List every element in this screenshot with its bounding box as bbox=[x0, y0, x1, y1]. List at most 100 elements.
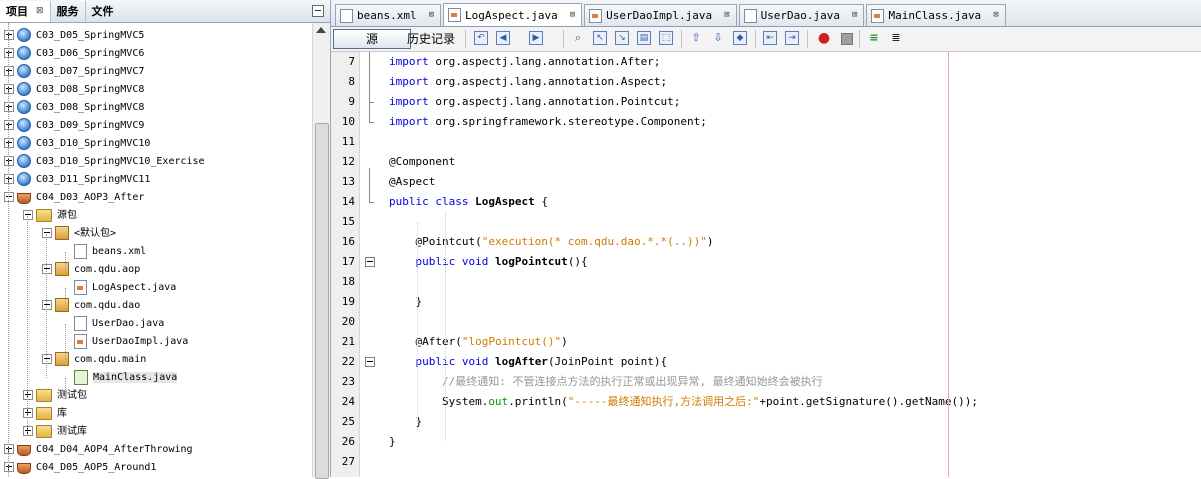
expand-icon[interactable] bbox=[4, 48, 14, 58]
expand-icon[interactable] bbox=[4, 138, 14, 148]
next-bookmark-icon[interactable]: ⇩ bbox=[711, 31, 725, 45]
tree-node[interactable]: 测试库 bbox=[23, 423, 87, 441]
find-previous-icon[interactable]: ↖ bbox=[593, 31, 607, 45]
find-icon[interactable]: ⌕ bbox=[571, 31, 585, 45]
code-token: "logPointcut()" bbox=[461, 335, 562, 348]
tree-node[interactable]: C03_D10_SpringMVC10_Exercise bbox=[4, 153, 205, 171]
tree-node[interactable]: com.qdu.aop bbox=[42, 261, 140, 279]
tree-node[interactable]: beans.xml bbox=[61, 243, 146, 261]
tree-node[interactable]: UserDao.java bbox=[61, 315, 164, 333]
tab-services[interactable]: 服务 bbox=[51, 0, 86, 22]
code-line: import org.aspectj.lang.annotation.Point… bbox=[389, 92, 680, 112]
tree-node[interactable]: C03_D10_SpringMVC10 bbox=[4, 135, 150, 153]
code-line: import org.springframework.stereotype.Co… bbox=[389, 112, 707, 132]
tree-node[interactable]: UserDaoImpl.java bbox=[61, 333, 188, 351]
toggle-bookmark-icon[interactable]: ◆ bbox=[733, 31, 747, 45]
stop-macro-icon[interactable] bbox=[841, 33, 853, 45]
tree-node[interactable]: 库 bbox=[23, 405, 67, 423]
tree-node[interactable]: C03_D05_SpringMVC5 bbox=[4, 27, 144, 45]
tree-node[interactable]: LogAspect.java bbox=[61, 279, 176, 297]
tree-node-label: com.qdu.dao bbox=[74, 300, 141, 311]
tree-scrollbar[interactable] bbox=[312, 23, 330, 479]
tree-node[interactable]: C03_D09_SpringMVC9 bbox=[4, 117, 144, 135]
find-next-icon[interactable]: ↘ bbox=[615, 31, 629, 45]
fold-line bbox=[369, 168, 370, 202]
fold-icon[interactable] bbox=[365, 357, 375, 367]
collapse-icon[interactable] bbox=[42, 354, 52, 364]
tree-node[interactable]: <默认包> bbox=[42, 225, 116, 243]
tree-node[interactable]: com.qdu.dao bbox=[42, 297, 140, 315]
expand-icon[interactable] bbox=[4, 30, 14, 40]
line-number: 8 bbox=[348, 75, 355, 88]
expand-icon[interactable] bbox=[23, 408, 33, 418]
last-edit-icon[interactable]: ↶ bbox=[474, 31, 488, 45]
history-button[interactable]: 历史记录 bbox=[403, 29, 459, 49]
collapse-icon[interactable] bbox=[42, 300, 52, 310]
close-icon[interactable]: ⊠ bbox=[36, 1, 44, 22]
tree-node[interactable]: 测试包 bbox=[23, 387, 87, 405]
code-token: @Component bbox=[389, 155, 456, 168]
tab-userdaoimpl-java[interactable]: UserDaoImpl.java ⊠ bbox=[584, 4, 737, 26]
minimize-icon[interactable] bbox=[312, 5, 324, 17]
forward-icon[interactable]: ▶ bbox=[529, 31, 543, 45]
expand-icon[interactable] bbox=[23, 390, 33, 400]
close-icon[interactable]: ⊠ bbox=[570, 5, 575, 26]
tab-userdao-java[interactable]: UserDao.java ⊠ bbox=[738, 4, 865, 26]
tree-node[interactable]: C03_D08_SpringMVC8 bbox=[4, 99, 144, 117]
code-token: logAfter bbox=[494, 355, 548, 368]
previous-bookmark-icon[interactable]: ⇧ bbox=[689, 31, 703, 45]
expand-icon[interactable] bbox=[4, 444, 14, 454]
uncomment-icon[interactable]: ≣ bbox=[889, 31, 903, 45]
line-number-gutter: 7 8 9 10 11 12 13 14 15 16 17 18 19 20 21 22 23 24 25 26 27 bbox=[331, 52, 360, 477]
expand-icon[interactable] bbox=[4, 156, 14, 166]
expand-icon[interactable] bbox=[4, 462, 14, 472]
collapse-icon[interactable] bbox=[23, 210, 33, 220]
tree-node[interactable]: C04_D04_AOP4_AfterThrowing bbox=[4, 441, 193, 459]
tree-node[interactable]: C03_D07_SpringMVC7 bbox=[4, 63, 144, 81]
code-token: LogAspect bbox=[475, 195, 535, 208]
close-icon[interactable]: ⊠ bbox=[993, 5, 998, 26]
tree-node[interactable]: 源包 bbox=[23, 207, 77, 225]
tab-beans-xml[interactable]: beans.xml ⊠ bbox=[335, 4, 442, 26]
tree-node-label: C04_D03_AOP3_After bbox=[36, 192, 145, 203]
shift-left-icon[interactable]: ⇤ bbox=[763, 31, 777, 45]
collapse-icon[interactable] bbox=[42, 264, 52, 274]
back-icon[interactable]: ◀ bbox=[496, 31, 510, 45]
code-token: public void bbox=[415, 255, 489, 268]
tree-node[interactable]: C03_D06_SpringMVC6 bbox=[4, 45, 144, 63]
file-icon bbox=[74, 315, 87, 331]
expand-icon[interactable] bbox=[4, 174, 14, 184]
close-icon[interactable]: ⊠ bbox=[429, 5, 434, 26]
expand-icon[interactable] bbox=[4, 66, 14, 76]
close-icon[interactable]: ⊠ bbox=[852, 5, 857, 26]
collapse-icon[interactable] bbox=[42, 228, 52, 238]
record-macro-icon[interactable]: ● bbox=[817, 31, 831, 45]
source-button[interactable]: 源 bbox=[333, 29, 411, 49]
tab-projects[interactable]: 项目 ⊠ bbox=[0, 0, 51, 22]
tab-logaspect-java[interactable]: LogAspect.java ⊠ bbox=[443, 3, 583, 26]
expand-icon[interactable] bbox=[4, 120, 14, 130]
scroll-up-icon[interactable] bbox=[316, 27, 326, 33]
expand-icon[interactable] bbox=[4, 102, 14, 112]
toggle-highlight-icon[interactable]: ▤ bbox=[637, 31, 651, 45]
rect-selection-icon[interactable]: ⬚ bbox=[659, 31, 673, 45]
tab-mainclass-java[interactable]: MainClass.java ⊠ bbox=[866, 4, 1006, 26]
tree-node[interactable]: com.qdu.main bbox=[42, 351, 146, 369]
tab-files[interactable]: 文件 bbox=[86, 1, 120, 22]
close-icon[interactable]: ⊠ bbox=[724, 5, 729, 26]
web-project-icon bbox=[17, 136, 31, 150]
expand-icon[interactable] bbox=[4, 84, 14, 94]
scrollbar-thumb[interactable] bbox=[315, 123, 329, 479]
tree-node[interactable]: MainClass.java bbox=[61, 369, 178, 387]
tree-node[interactable]: C04_D05_AOP5_Around1 bbox=[4, 459, 156, 477]
code-area[interactable]: import org.aspectj.lang.annotation.After… bbox=[380, 52, 1201, 477]
collapse-icon[interactable] bbox=[4, 192, 14, 202]
tree-node[interactable]: C04_D03_AOP3_After bbox=[4, 189, 144, 207]
shift-right-icon[interactable]: ⇥ bbox=[785, 31, 799, 45]
fold-icon[interactable] bbox=[365, 257, 375, 267]
comment-icon[interactable]: ≡ bbox=[867, 31, 881, 45]
tree-node[interactable]: C03_D08_SpringMVC8 bbox=[4, 81, 144, 99]
expand-icon[interactable] bbox=[23, 426, 33, 436]
package-icon bbox=[55, 298, 69, 312]
tree-node[interactable]: C03_D11_SpringMVC11 bbox=[4, 171, 150, 189]
